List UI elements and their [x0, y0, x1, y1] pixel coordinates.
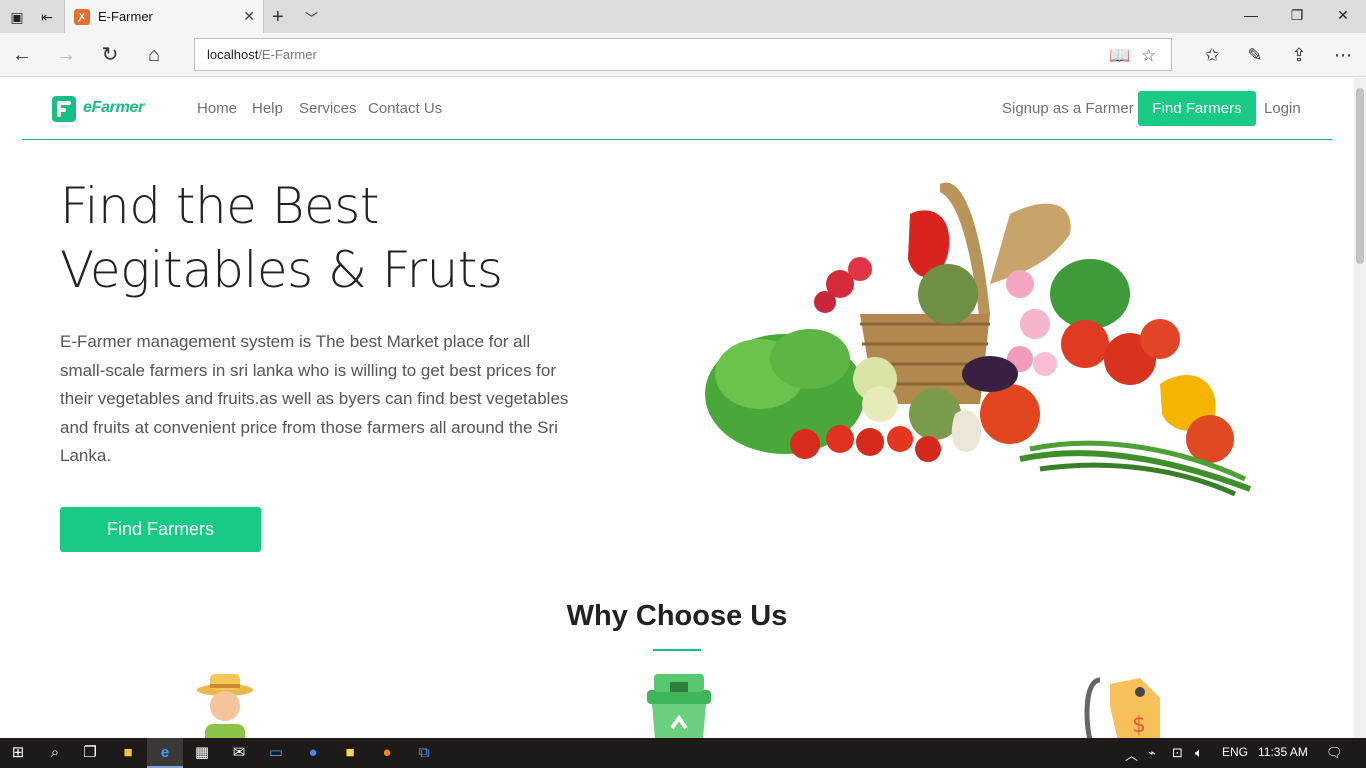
tab-preview-chevron-icon[interactable]: ﹀	[305, 8, 318, 27]
xampp-icon: ꭗ	[74, 9, 90, 25]
action-center-icon[interactable]: 🗨︎	[1326, 745, 1343, 761]
search-button[interactable]: ⌕	[37, 738, 73, 768]
show-hidden-icons-icon[interactable]: ︿	[1125, 745, 1138, 764]
efarmer-logo[interactable]: eFarmer	[52, 96, 145, 122]
close-window-icon[interactable]: ✕	[1320, 7, 1366, 24]
battery-plug-icon[interactable]: ⌁	[1148, 745, 1156, 761]
taskbar-edge[interactable]: e	[147, 738, 183, 768]
reading-view-icon[interactable]: 📖	[1109, 46, 1130, 66]
set-aside-tabs-icon[interactable]: ⇤	[38, 8, 56, 26]
nav-login[interactable]: Login	[1264, 100, 1301, 117]
taskbar-file-explorer[interactable]: ■	[110, 738, 146, 768]
language-indicator[interactable]: ENG	[1222, 745, 1248, 759]
farmer-icon	[197, 674, 253, 738]
firefox-developer-icon: ●	[308, 744, 318, 761]
mail-icon: ✉	[232, 744, 246, 761]
volume-icon[interactable]: 🔈︎	[1195, 745, 1203, 761]
nav-help[interactable]: Help	[252, 100, 283, 117]
refresh-icon[interactable]: ↻	[97, 42, 123, 68]
hero-title: Find the Best Vegitables & Fruts	[60, 174, 620, 302]
svg-text:$: $	[1132, 713, 1146, 738]
nav-signup-farmer[interactable]: Signup as a Farmer	[1002, 100, 1134, 117]
forward-arrow-icon[interactable]: →	[53, 42, 79, 68]
efarmer-logo-icon	[52, 96, 76, 122]
taskbar-remote-desktop[interactable]: ▭	[258, 738, 294, 768]
address-text: localhost/E-Farmer	[207, 47, 317, 62]
title-underline	[653, 649, 701, 651]
taskbar-mail[interactable]: ✉	[221, 738, 257, 768]
favorites-hub-icon[interactable]: ✩	[1199, 42, 1225, 68]
vegetable-basket-image	[705, 182, 1252, 496]
taskbar-firefox-dev[interactable]: ●	[295, 738, 331, 768]
site-header: eFarmer Home Help Services Contact Us Si…	[22, 78, 1332, 140]
tab-list-icon[interactable]: ▣	[8, 8, 26, 26]
sticky-notes-icon: ■	[345, 744, 355, 761]
browser-toolbar: ← → ↻ ⌂ localhost/E-Farmer 📖 ☆ ✩ ✎ ⇪ ⋯	[0, 33, 1366, 77]
web-note-icon[interactable]: ✎	[1242, 42, 1268, 68]
nav-contact-us[interactable]: Contact Us	[368, 100, 442, 117]
monitor-icon: ▭	[268, 744, 284, 761]
hero-title-line1: Find the Best	[60, 177, 379, 235]
new-tab-icon[interactable]: +	[272, 6, 284, 29]
clock[interactable]: 11:35 AM	[1258, 745, 1308, 759]
taskbar-store[interactable]: ▦	[184, 738, 220, 768]
vscode-icon: ⧉	[418, 744, 430, 761]
why-choose-us-title: Why Choose Us	[566, 600, 788, 632]
nav-services[interactable]: Services	[299, 100, 357, 117]
firefox-icon: ●	[382, 744, 392, 761]
minimize-icon[interactable]: —	[1228, 7, 1274, 23]
address-bar[interactable]: localhost/E-Farmer 📖 ☆	[194, 38, 1172, 71]
recycle-bin-icon	[647, 674, 711, 738]
page-viewport: eFarmer Home Help Services Contact Us Si…	[0, 78, 1354, 738]
store-icon: ▦	[194, 744, 210, 761]
hero-title-line2: Vegitables & Fruts	[60, 241, 503, 299]
tab-efarmer[interactable]: ꭗ E-Farmer ✕	[64, 0, 264, 33]
page-scrollbar[interactable]	[1354, 78, 1366, 738]
start-button[interactable]: ⊞	[0, 738, 36, 768]
address-path: /E-Farmer	[258, 47, 317, 62]
back-arrow-icon[interactable]: ←	[9, 42, 35, 68]
windows-logo-icon: ⊞	[11, 744, 25, 761]
network-icon[interactable]: ⊡	[1172, 745, 1183, 761]
find-farmers-hero-button[interactable]: Find Farmers	[60, 507, 261, 552]
logo-text: eFarmer	[83, 99, 145, 116]
close-tab-icon[interactable]: ✕	[243, 8, 255, 25]
price-tag-icon: $	[1084, 677, 1160, 738]
taskbar-firefox[interactable]: ●	[369, 738, 405, 768]
taskbar-vscode[interactable]: ⧉	[406, 738, 442, 768]
address-host: localhost	[207, 47, 259, 62]
favorite-star-icon[interactable]: ☆	[1141, 46, 1156, 66]
folder-icon: ■	[123, 744, 133, 761]
tab-title: E-Farmer	[98, 9, 153, 24]
scrollbar-thumb[interactable]	[1356, 88, 1364, 264]
search-icon: ⌕	[50, 744, 60, 761]
more-menu-icon[interactable]: ⋯	[1330, 42, 1356, 68]
share-icon[interactable]: ⇪	[1286, 42, 1312, 68]
taskbar-sticky-notes[interactable]: ■	[332, 738, 368, 768]
browser-tab-bar: ▣ ⇤ ꭗ E-Farmer ✕ + ﹀ — ❐ ✕	[0, 0, 1366, 33]
task-view-icon: ❐	[83, 744, 97, 761]
find-farmers-nav-button[interactable]: Find Farmers	[1138, 91, 1256, 126]
windows-taskbar: ⊞ ⌕ ❐ ■ e ▦ ✉ ▭ ● ■ ● ⧉ ︿ ⌁ ⊡ 🔈︎ ENG 11:…	[0, 738, 1366, 768]
hero-description: E-Farmer management system is The best M…	[60, 332, 569, 465]
task-view-button[interactable]: ❐	[72, 738, 108, 768]
nav-home[interactable]: Home	[197, 100, 237, 117]
restore-icon[interactable]: ❐	[1274, 7, 1320, 24]
home-icon[interactable]: ⌂	[141, 42, 167, 68]
edge-icon: e	[160, 744, 170, 761]
